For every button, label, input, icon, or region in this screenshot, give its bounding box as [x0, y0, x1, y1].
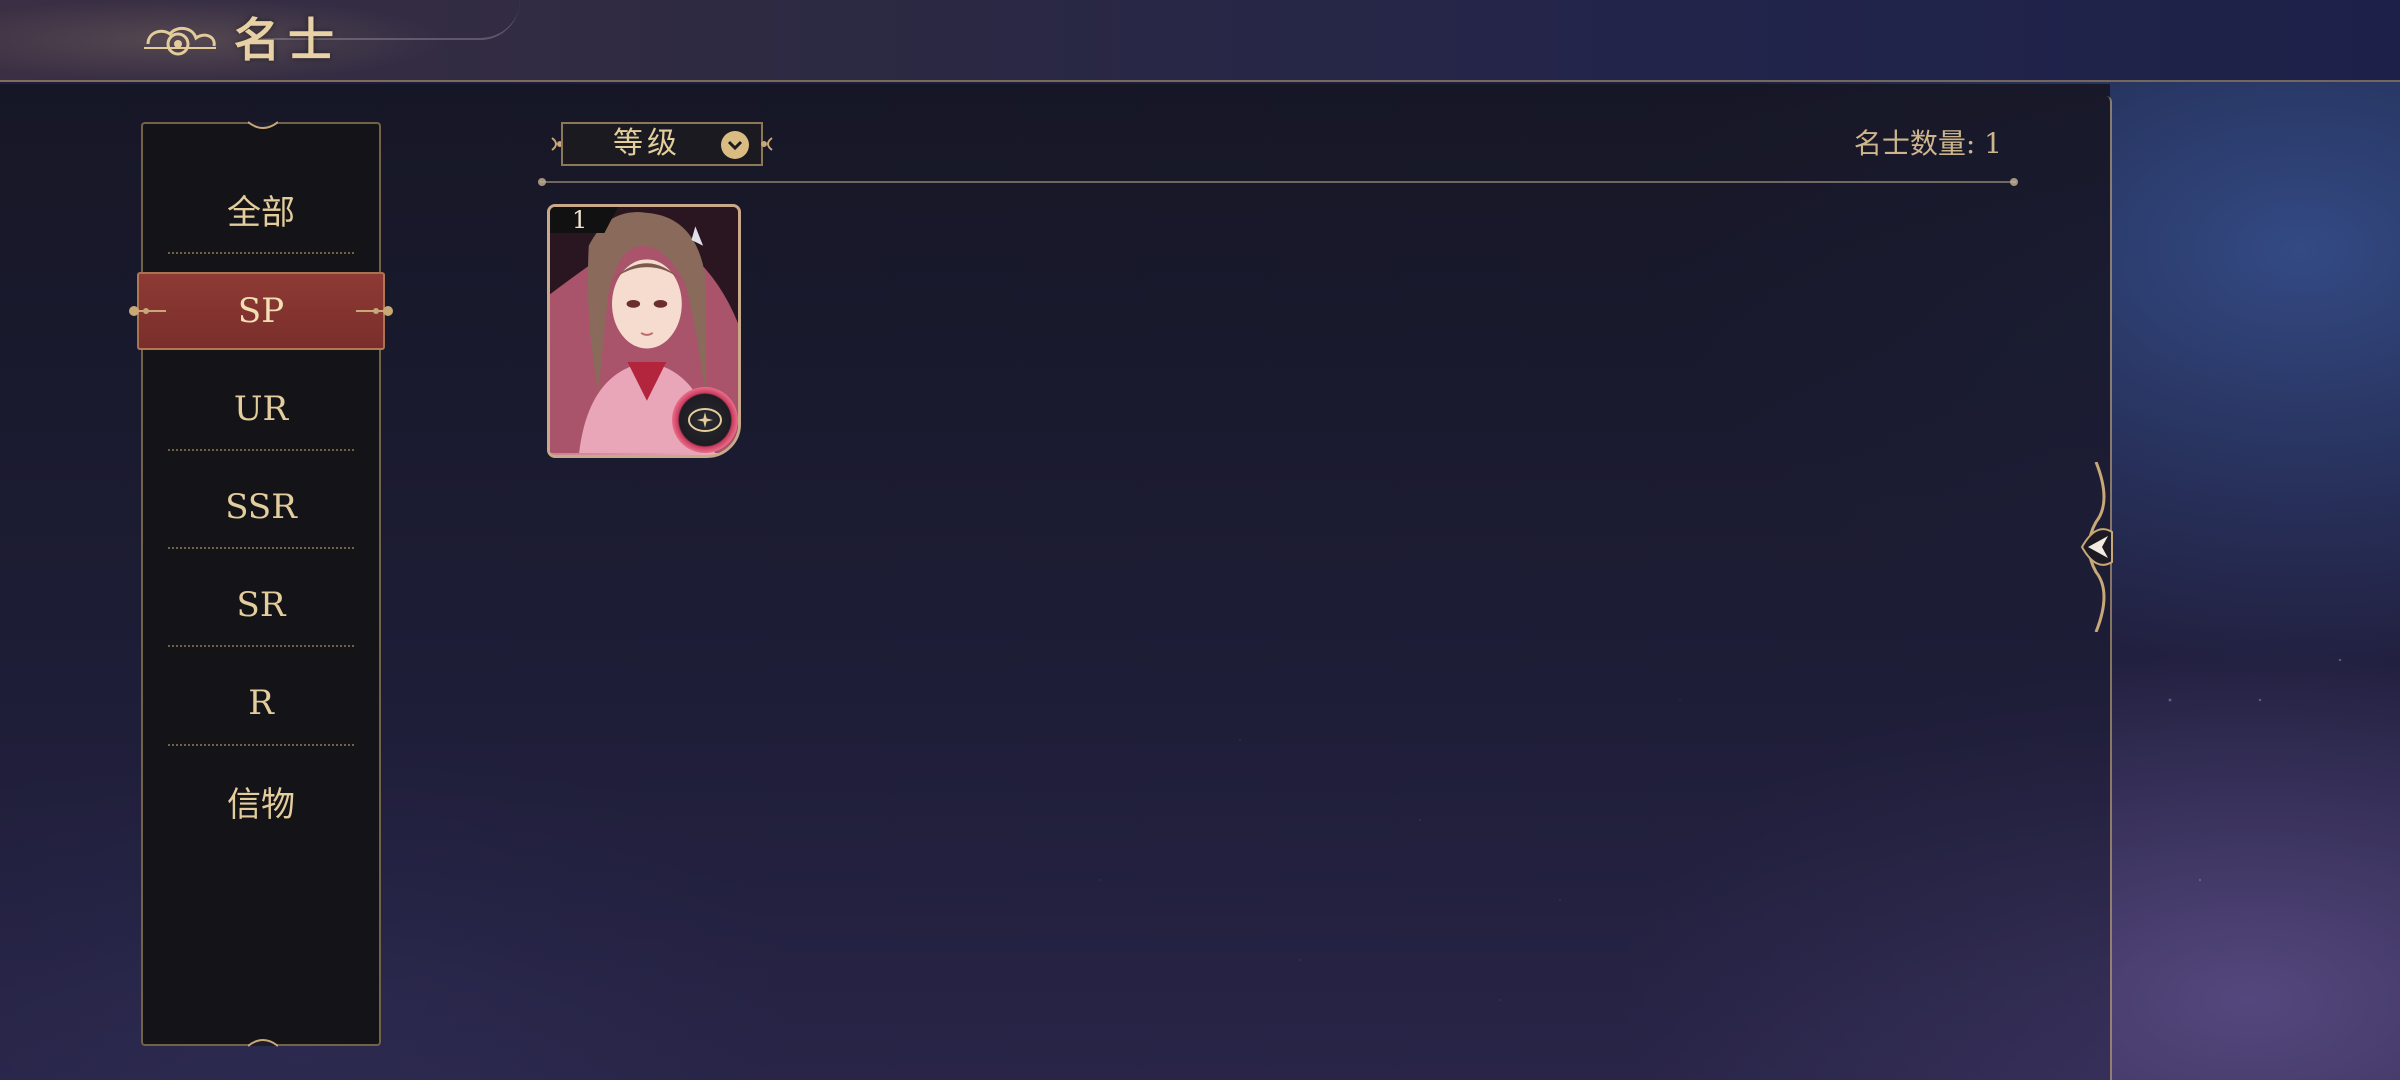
sidebar-bottom-ornament	[248, 1039, 278, 1047]
arrow-left-icon[interactable]	[2072, 462, 2120, 632]
chevron-down-icon	[721, 131, 749, 159]
sort-dropdown-label: 等级	[613, 126, 681, 161]
sidebar-top-ornament	[248, 121, 278, 129]
sidebar-divider	[168, 547, 354, 549]
sidebar-item-token[interactable]: 信物	[141, 752, 381, 850]
sidebar-item-sr[interactable]: SR	[141, 556, 381, 654]
cloud-swirl-icon	[144, 27, 216, 56]
header-bar: 名士	[0, 0, 2400, 82]
sidebar-item-all[interactable]: 全部	[141, 160, 381, 258]
sidebar-item-ur[interactable]: UR	[141, 360, 381, 458]
celebrity-count: 名士数量: 1	[1853, 127, 2002, 160]
sidebar-item-r[interactable]: R	[141, 654, 381, 752]
page-title: 名士	[234, 13, 342, 67]
sidebar-divider	[168, 449, 354, 451]
header-decoration	[260, 0, 520, 40]
sidebar-divider	[168, 645, 354, 647]
dropdown-right-ornament	[761, 137, 773, 151]
content-divider	[540, 181, 2016, 183]
sidebar-divider	[168, 252, 354, 254]
compass-badge-icon	[672, 387, 738, 453]
sort-dropdown[interactable]: 等级	[561, 122, 763, 166]
sidebar-item-sp[interactable]: SP	[137, 272, 385, 350]
celebrity-card[interactable]: 1	[547, 204, 741, 458]
sidebar-divider	[168, 744, 354, 746]
divider-end-dot	[2010, 178, 2018, 186]
active-left-ornament	[129, 306, 166, 316]
sidebar-item-ssr[interactable]: SSR	[141, 458, 381, 556]
active-right-ornament	[356, 306, 393, 316]
